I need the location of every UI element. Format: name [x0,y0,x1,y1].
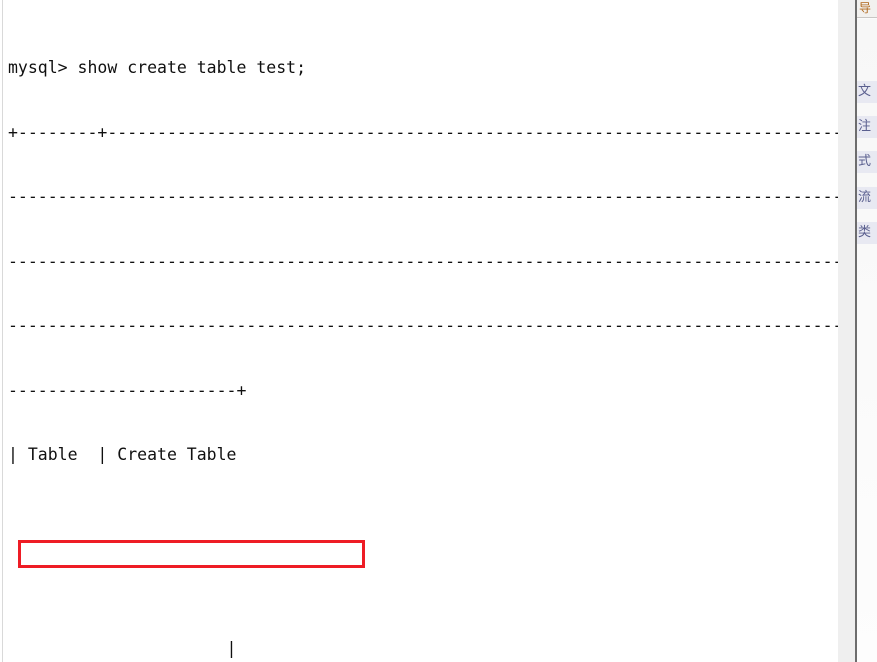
mysql-console-pane[interactable]: mysql> show create table test; +--------… [0,0,838,662]
console-line-separator: -----------------------+ [8,380,247,400]
console-line-separator: ----------------------------------------… [8,187,838,206]
console-left-rule [2,0,3,662]
sidebar-header-tab[interactable]: 导 [857,0,877,18]
pane-gap [838,0,855,662]
console-line-blank [8,573,838,595]
console-line-pipe: | [8,638,237,658]
sidebar-item-3[interactable]: 式 [857,151,877,173]
sidebar-item-1[interactable]: 文 [857,81,877,103]
sidebar-item-2[interactable]: 注 [857,116,877,138]
console-line-prompt: mysql> show create table test; [8,58,307,77]
console-line-separator: ----------------------------------------… [8,251,838,271]
console-line-separator: +--------+------------------------------… [8,122,838,142]
sidebar-item-5[interactable]: 类 [857,222,877,244]
sidebar-item-4[interactable]: 流 [857,187,877,209]
console-line-column-head: | Table | Create Table [8,445,237,464]
right-sidebar[interactable]: 导 文 注 式 流 类 [857,0,877,662]
console-line-blank [8,509,838,531]
screen-root: mysql> show create table test; +--------… [0,0,877,662]
console-line-separator: ----------------------------------------… [8,316,838,335]
console-output[interactable]: mysql> show create table test; +--------… [8,14,838,662]
sidebar-body: 文 注 式 流 类 [857,19,877,662]
